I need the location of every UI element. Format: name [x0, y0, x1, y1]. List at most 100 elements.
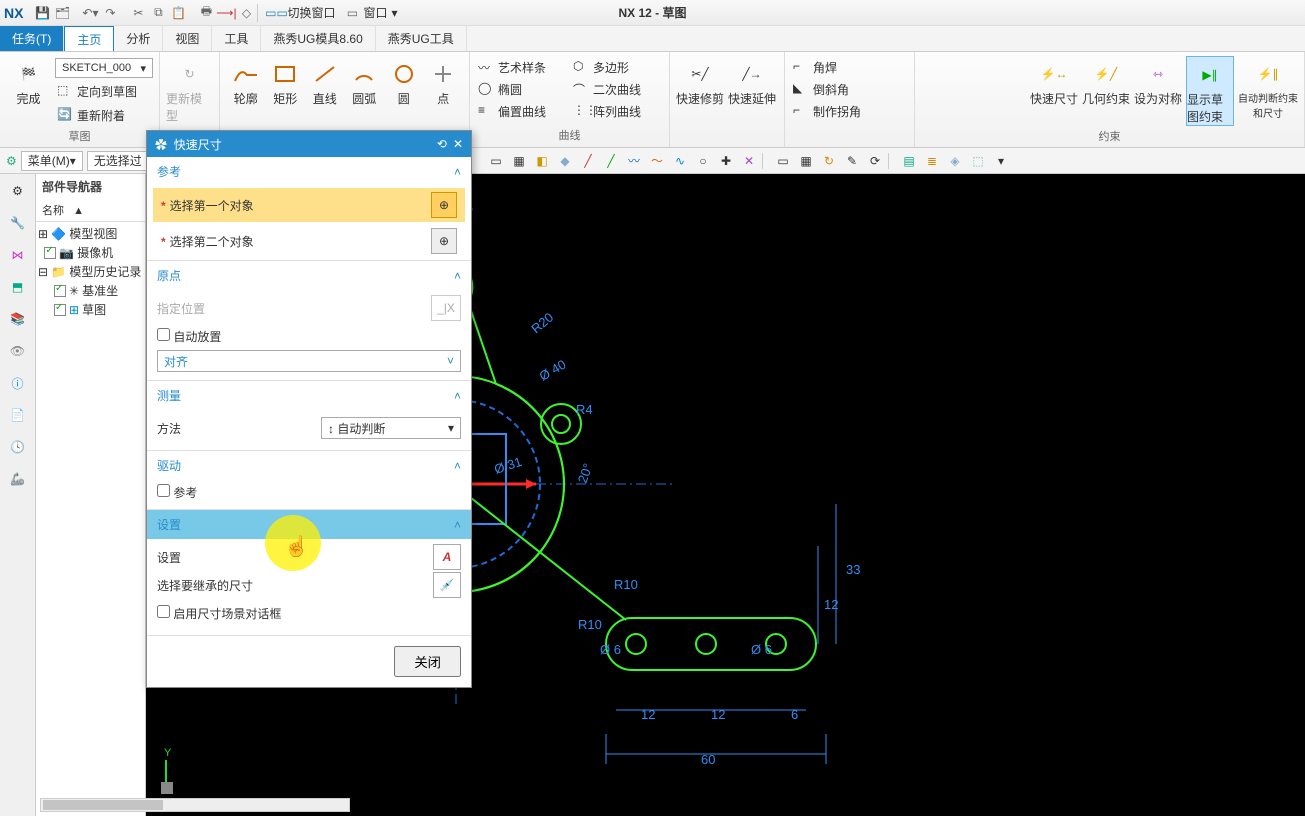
rect-button[interactable]: 矩形	[266, 56, 306, 107]
motion-icon[interactable]: 🦾	[7, 468, 29, 490]
align-dropdown[interactable]: 对齐˅	[157, 350, 461, 372]
tree-history[interactable]: ⊟ 📁 模型历史记录	[38, 262, 143, 281]
pattern-button[interactable]: ⋮⋮阵列曲线	[571, 100, 643, 122]
iso-icon[interactable]: ◈	[945, 151, 965, 171]
reference-checkbox[interactable]: 参考	[157, 486, 197, 500]
tab-tools[interactable]: 工具	[212, 26, 261, 51]
point-button[interactable]: 点	[424, 56, 464, 107]
edge-icon[interactable]: ╱	[578, 151, 598, 171]
corner-button[interactable]: ⌐制作拐角	[791, 100, 908, 122]
misc2-icon[interactable]: ▦	[796, 151, 816, 171]
ellipse-button[interactable]: ◯椭圆	[476, 78, 571, 100]
save-icon[interactable]: 💾	[33, 4, 51, 22]
method-dropdown[interactable]: ↕ 自动判断▾	[321, 417, 461, 439]
constraint-nav-icon[interactable]: ⋈	[7, 244, 29, 266]
orient-to-sketch[interactable]: ⬚定向到草图	[55, 80, 153, 102]
circle-filter-icon[interactable]: ○	[693, 151, 713, 171]
sketch-select[interactable]: SKETCH_000▾	[55, 58, 153, 78]
help-icon[interactable]: ⓘ	[7, 372, 29, 394]
assembly-icon[interactable]: 🔧	[7, 212, 29, 234]
reuse-icon[interactable]: ⬒	[7, 276, 29, 298]
line-button[interactable]: 直线	[305, 56, 345, 107]
reattach[interactable]: 🔄重新附着	[55, 104, 153, 126]
rotate-icon[interactable]: ⟳	[865, 151, 885, 171]
navigator-scrollbar[interactable]	[40, 798, 350, 812]
auto-constraint-button[interactable]: ⚡∥自动判断约束和尺寸	[1238, 56, 1298, 120]
section-drive[interactable]: 驱动˄	[147, 451, 471, 480]
offset-button[interactable]: ≡偏置曲线	[476, 100, 571, 122]
history-icon[interactable]: 🕓	[7, 436, 29, 458]
tree-camera[interactable]: 📷 摄像机	[38, 243, 143, 262]
polygon-button[interactable]: ⬡多边形	[571, 56, 631, 78]
section-measure[interactable]: 测量˄	[147, 381, 471, 410]
copy-icon[interactable]: ⧉	[149, 4, 167, 22]
tab-yx2[interactable]: 燕秀UG工具	[376, 26, 467, 51]
pick-target-icon[interactable]: ⊕	[431, 192, 457, 218]
section-reference[interactable]: 参考˄	[147, 157, 471, 186]
select-first-object[interactable]: *选择第一个对象 ⊕	[153, 188, 465, 222]
tab-analyze[interactable]: 分析	[114, 26, 163, 51]
misc1-icon[interactable]: ▭	[773, 151, 793, 171]
save-all-icon[interactable]: 🗂	[53, 4, 71, 22]
menu-button[interactable]: 菜单(M) ▾	[21, 151, 83, 171]
fillet-button[interactable]: ⌐角焊	[791, 56, 908, 78]
document-icon[interactable]: 📄	[7, 404, 29, 426]
curve-filter-icon[interactable]: 〰	[624, 151, 644, 171]
box3d-icon[interactable]: ⬚	[968, 151, 988, 171]
spline-filter-icon[interactable]: ∿	[670, 151, 690, 171]
cross-icon[interactable]: ✕	[739, 151, 759, 171]
rapid-dim-button[interactable]: ⚡↔快速尺寸	[1030, 56, 1078, 107]
visibility-icon[interactable]: 👁	[7, 340, 29, 362]
paste-icon[interactable]: 📋	[169, 4, 187, 22]
layer-icon[interactable]: ▤	[899, 151, 919, 171]
select-second-object[interactable]: *选择第二个对象 ⊕	[153, 224, 465, 258]
symmetric-button[interactable]: ⇿设为对称	[1134, 56, 1182, 107]
tab-view[interactable]: 视图	[163, 26, 212, 51]
brush-icon[interactable]: ✎	[842, 151, 862, 171]
stack-icon[interactable]: ≣	[922, 151, 942, 171]
measure-icon[interactable]: ⟶|	[217, 4, 235, 22]
conic-button[interactable]: ⌒二次曲线	[571, 78, 643, 100]
enable-scene-checkbox[interactable]: 启用尺寸场景对话框	[157, 605, 281, 622]
switch-window-label[interactable]: 切换窗口	[287, 4, 335, 21]
print-icon[interactable]: 🖶	[197, 4, 215, 22]
refresh-icon[interactable]: ↻	[819, 151, 839, 171]
arc-button[interactable]: 圆弧	[345, 56, 385, 107]
library-icon[interactable]: 📚	[7, 308, 29, 330]
finish-sketch-button[interactable]: 🏁 完成	[6, 56, 51, 107]
tree-datum[interactable]: ✳ 基准坐	[38, 281, 143, 300]
circle-button[interactable]: 圆	[384, 56, 424, 107]
tab-task[interactable]: 任务(T)	[0, 26, 64, 51]
geo-constraint-button[interactable]: ⚡╱几何约束	[1082, 56, 1130, 107]
part-navigator-icon[interactable]: ⚙	[7, 180, 29, 202]
solid-icon[interactable]: ◧	[532, 151, 552, 171]
dialog-titlebar[interactable]: ✿ 快速尺寸 ⟲✕	[147, 131, 471, 157]
profile-button[interactable]: 轮廓	[226, 56, 266, 107]
tree-model-view[interactable]: ⊞ 🔷 模型视图	[38, 224, 143, 243]
close-button[interactable]: 关闭	[394, 646, 461, 677]
curve2-icon[interactable]: 〜	[647, 151, 667, 171]
undo-icon[interactable]: ↶▾	[81, 4, 99, 22]
tab-home[interactable]: 主页	[64, 26, 114, 51]
quick-extend-button[interactable]: ╱→快速延伸	[728, 56, 776, 107]
tree-sketch[interactable]: ⊞ 草图	[38, 300, 143, 319]
line-filter-icon[interactable]: ╱	[601, 151, 621, 171]
quick-trim-button[interactable]: ✂╱快速修剪	[676, 56, 724, 107]
autoplace-checkbox[interactable]: 自动放置	[157, 328, 221, 345]
window-label[interactable]: 窗口	[363, 4, 387, 21]
redo-icon[interactable]: ↷	[101, 4, 119, 22]
close-icon[interactable]: ✕	[453, 137, 463, 151]
face-icon[interactable]: ◆	[555, 151, 575, 171]
section-settings[interactable]: 设置˄	[147, 510, 471, 539]
select-icon[interactable]: ▭	[486, 151, 506, 171]
eyedropper-icon[interactable]: 💉	[433, 572, 461, 598]
switch-window-icon[interactable]: ▭▭	[267, 4, 285, 22]
section-origin[interactable]: 原点˄	[147, 261, 471, 290]
cut-icon[interactable]: ✂	[129, 4, 147, 22]
spline-button[interactable]: 〰艺术样条	[476, 56, 571, 78]
render-icon[interactable]: ▾	[991, 151, 1011, 171]
pick-target-icon-2[interactable]: ⊕	[431, 228, 457, 254]
chamfer-button[interactable]: ◣倒斜角	[791, 78, 908, 100]
style-button[interactable]: A	[433, 544, 461, 570]
window-icon[interactable]: ▭	[343, 4, 361, 22]
